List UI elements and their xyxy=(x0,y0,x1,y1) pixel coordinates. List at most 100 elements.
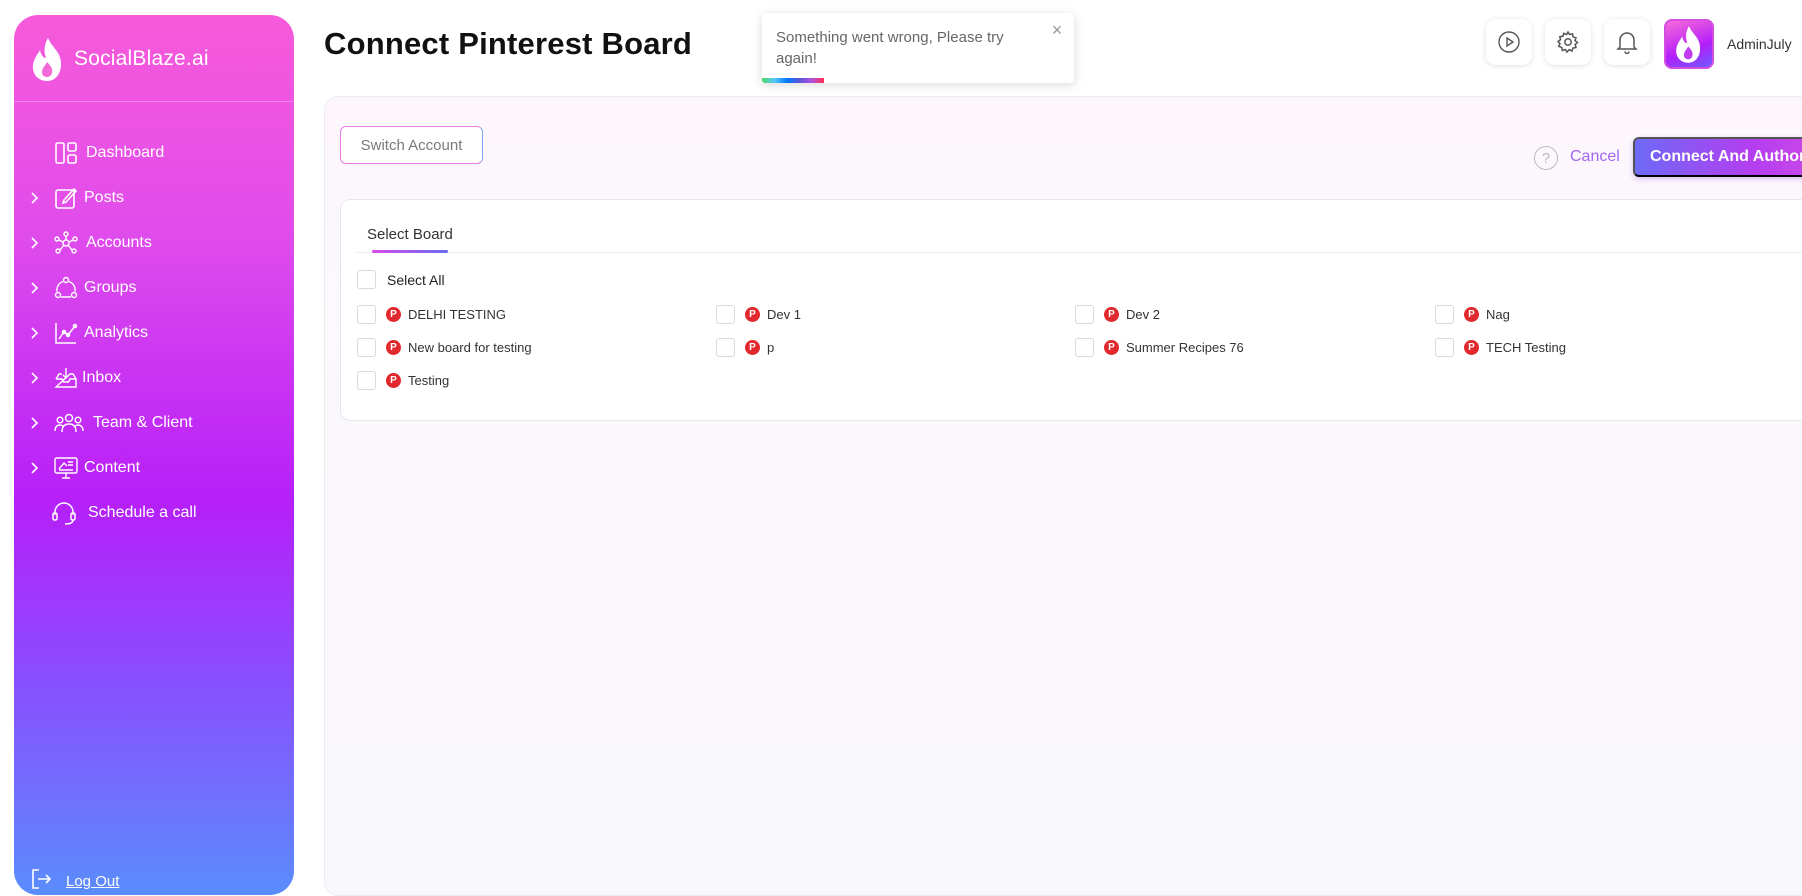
board-selection-card xyxy=(340,199,1802,421)
chevron-right-icon xyxy=(28,416,42,430)
switch-account-button[interactable]: Switch Account xyxy=(340,126,483,164)
board-label: Dev 2 xyxy=(1126,306,1160,322)
logout-label: Log Out xyxy=(66,873,120,890)
tab-divider xyxy=(356,252,1802,253)
tab-select-board[interactable]: Select Board xyxy=(367,226,453,243)
user-name[interactable]: AdminJuly xyxy=(1727,36,1792,52)
board-checkbox[interactable] xyxy=(357,371,376,390)
sidebar-item-label: Content xyxy=(84,459,141,476)
error-toast: Something went wrong, Please try again! … xyxy=(762,13,1074,83)
board-item: P Testing xyxy=(386,370,449,390)
board-label: p xyxy=(767,339,775,355)
inbox-icon xyxy=(52,364,80,392)
board-checkbox[interactable] xyxy=(1435,305,1454,324)
avatar[interactable] xyxy=(1664,19,1714,69)
chevron-right-icon xyxy=(28,191,42,205)
brand-name: SocialBlaze.ai xyxy=(74,47,209,70)
sidebar-item-accounts[interactable]: Accounts xyxy=(14,228,294,258)
flame-icon xyxy=(1676,26,1701,63)
logout-button[interactable]: Log Out xyxy=(30,868,119,895)
toast-progress-bar xyxy=(762,78,824,83)
sidebar-item-label: Dashboard xyxy=(86,144,165,161)
notifications-button[interactable] xyxy=(1604,19,1650,65)
sidebar-item-label: Schedule a call xyxy=(88,504,197,521)
toast-message: Something went wrong, Please try again! xyxy=(776,29,1004,67)
edit-icon xyxy=(52,184,80,212)
board-label: Nag xyxy=(1486,306,1510,322)
sidebar-item-posts[interactable]: Posts xyxy=(14,183,294,213)
pinterest-icon: P xyxy=(1104,339,1119,355)
sidebar-item-schedule-call[interactable]: Schedule a call xyxy=(14,498,294,528)
board-item: P Dev 1 xyxy=(745,304,801,324)
pinterest-icon: P xyxy=(1464,306,1479,322)
board-item: P TECH Testing xyxy=(1464,337,1566,357)
pinterest-icon: P xyxy=(745,306,760,322)
pinterest-icon: P xyxy=(1104,306,1119,322)
gear-icon xyxy=(1556,30,1579,54)
content-icon xyxy=(52,454,80,482)
pinterest-icon: P xyxy=(386,339,401,355)
bell-icon xyxy=(1616,32,1638,54)
board-checkbox[interactable] xyxy=(357,305,376,324)
sidebar-item-label: Groups xyxy=(84,279,137,296)
board-checkbox[interactable] xyxy=(1435,338,1454,357)
board-label: Summer Recipes 76 xyxy=(1126,339,1244,355)
board-item: P p xyxy=(745,337,774,357)
sidebar-item-label: Team & Client xyxy=(93,414,193,431)
sidebar-item-analytics[interactable]: Analytics xyxy=(14,318,294,348)
dashboard-icon xyxy=(52,139,80,167)
flame-icon xyxy=(32,38,62,81)
sidebar-item-label: Posts xyxy=(84,189,125,206)
sidebar-item-content[interactable]: Content xyxy=(14,453,294,483)
sidebar-item-label: Accounts xyxy=(86,234,152,251)
cancel-link[interactable]: Cancel xyxy=(1570,148,1620,166)
sidebar-item-team-client[interactable]: Team & Client xyxy=(14,408,294,438)
sidebar-item-dashboard[interactable]: Dashboard xyxy=(14,138,294,168)
board-checkbox[interactable] xyxy=(357,338,376,357)
sidebar-item-label: Inbox xyxy=(82,369,122,386)
chevron-right-icon xyxy=(28,236,42,250)
chevron-right-icon xyxy=(28,281,42,295)
sidebar-item-groups[interactable]: Groups xyxy=(14,273,294,303)
pinterest-icon: P xyxy=(386,306,401,322)
groups-icon xyxy=(52,274,80,302)
play-tutorial-button[interactable] xyxy=(1486,19,1532,65)
chevron-right-icon xyxy=(28,371,42,385)
board-item: P Dev 2 xyxy=(1104,304,1160,324)
sidebar-item-inbox[interactable]: Inbox xyxy=(14,363,294,393)
sidebar: SocialBlaze.ai Dashboard Posts Accounts … xyxy=(14,15,294,895)
analytics-icon xyxy=(52,319,80,347)
board-item: P Nag xyxy=(1464,304,1510,324)
board-checkbox[interactable] xyxy=(1075,338,1094,357)
board-label: TECH Testing xyxy=(1486,339,1566,355)
chevron-right-icon xyxy=(28,326,42,340)
board-label: Dev 1 xyxy=(767,306,801,322)
board-item: P New board for testing xyxy=(386,337,532,357)
close-icon[interactable]: × xyxy=(1048,21,1066,39)
chevron-right-icon xyxy=(28,461,42,475)
board-checkbox[interactable] xyxy=(1075,305,1094,324)
pinterest-icon: P xyxy=(386,372,401,388)
board-item: P DELHI TESTING xyxy=(386,304,506,324)
logout-icon xyxy=(30,868,52,895)
team-icon xyxy=(52,409,86,437)
board-label: DELHI TESTING xyxy=(408,306,507,322)
network-icon xyxy=(52,229,80,257)
board-checkbox[interactable] xyxy=(716,305,735,324)
page-title: Connect Pinterest Board xyxy=(324,26,693,61)
board-checkbox[interactable] xyxy=(716,338,735,357)
help-icon[interactable]: ? xyxy=(1534,146,1558,170)
tab-active-indicator xyxy=(372,250,448,253)
select-all-label: Select All xyxy=(387,272,445,288)
pinterest-icon: P xyxy=(1464,339,1479,355)
brand-logo[interactable]: SocialBlaze.ai xyxy=(28,37,209,81)
board-label: New board for testing xyxy=(408,339,532,355)
brand-divider xyxy=(14,101,294,102)
select-all-checkbox[interactable] xyxy=(357,270,376,289)
play-icon xyxy=(1498,31,1520,53)
sidebar-item-label: Analytics xyxy=(84,324,149,341)
board-label: Testing xyxy=(408,372,450,388)
connect-authorize-button[interactable]: Connect And Authorize xyxy=(1633,137,1802,177)
settings-button[interactable] xyxy=(1545,19,1591,65)
pinterest-icon: P xyxy=(745,339,760,355)
